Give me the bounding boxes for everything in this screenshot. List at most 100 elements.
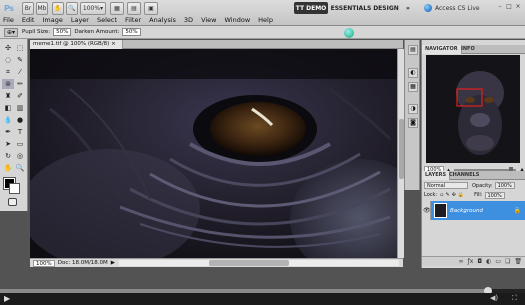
- navigator-tab-bar: NAVIGATOR INFO: [422, 45, 525, 54]
- cs-live-button[interactable]: Access CS Live: [424, 2, 494, 14]
- photoshop-logo: Ps: [4, 4, 14, 13]
- refresh-icon[interactable]: [344, 28, 354, 38]
- crop-tool-icon[interactable]: ⌗: [2, 67, 14, 77]
- horizontal-scrollbar[interactable]: [119, 260, 399, 266]
- workspace-design[interactable]: DESIGN: [372, 2, 400, 14]
- tab-info[interactable]: INFO: [458, 45, 478, 54]
- history-panel-icon[interactable]: ▤: [408, 45, 418, 55]
- link-layers-icon[interactable]: ∞: [459, 258, 464, 265]
- lock-transparent-icon[interactable]: ▫: [440, 192, 443, 198]
- panel-dock: ▤ ◐ ▦ ◑ ◙: [404, 40, 420, 190]
- navigator-thumbnail[interactable]: [426, 55, 520, 163]
- opacity-field[interactable]: 100%: [494, 182, 515, 189]
- tab-navigator[interactable]: NAVIGATOR: [422, 45, 462, 54]
- minimize-button[interactable]: –: [496, 2, 504, 11]
- opacity-label: Opacity:: [472, 182, 493, 189]
- 3d-orbit-tool-icon[interactable]: ◎: [14, 151, 26, 161]
- close-button[interactable]: ×: [514, 2, 522, 11]
- new-layer-icon[interactable]: ❏: [505, 258, 510, 265]
- maximize-button[interactable]: □: [505, 2, 513, 11]
- fullscreen-icon[interactable]: ⛶: [512, 294, 520, 304]
- vertical-scrollbar[interactable]: [397, 49, 404, 258]
- new-group-icon[interactable]: ▭: [495, 258, 501, 265]
- volume-icon[interactable]: ◀): [490, 294, 498, 304]
- lock-all-icon[interactable]: 🔒: [458, 192, 464, 198]
- quick-mask-icon[interactable]: [8, 198, 17, 206]
- tab-channels[interactable]: CHANNELS: [446, 171, 482, 180]
- pupil-size-field[interactable]: 50%: [53, 28, 72, 36]
- menu-window[interactable]: Window: [225, 16, 251, 24]
- pen-tool-icon[interactable]: ✒: [2, 127, 14, 137]
- history-brush-tool-icon[interactable]: ✐: [14, 91, 26, 101]
- menu-file[interactable]: File: [3, 16, 14, 24]
- adjustment-layer-icon[interactable]: ◐: [486, 258, 491, 265]
- clone-stamp-tool-icon[interactable]: ♜: [2, 91, 14, 101]
- darken-amount-label: Darken Amount:: [74, 29, 120, 35]
- menu-layer[interactable]: Layer: [71, 16, 89, 24]
- lock-icon: 🔒: [513, 207, 521, 214]
- add-mask-icon[interactable]: ◘: [477, 258, 482, 265]
- menu-edit[interactable]: Edit: [22, 16, 35, 24]
- workspace-tt-demo[interactable]: TT DEMO: [294, 2, 328, 14]
- brush-tool-icon[interactable]: ✏: [14, 79, 26, 89]
- lock-label: Lock:: [424, 192, 438, 198]
- lasso-tool-icon[interactable]: ◌: [2, 55, 14, 65]
- horizontal-scroll-thumb[interactable]: [209, 260, 290, 266]
- blend-mode-select[interactable]: Normal: [424, 182, 468, 189]
- move-tool-icon[interactable]: ✣: [2, 43, 14, 53]
- workspace-more-button[interactable]: »: [404, 2, 412, 14]
- status-zoom-field[interactable]: 100%: [33, 259, 55, 267]
- menu-bar: File Edit Image Layer Select Filter Anal…: [0, 14, 300, 26]
- blur-tool-icon[interactable]: 💧: [2, 115, 14, 125]
- gradient-tool-icon[interactable]: ▥: [14, 103, 26, 113]
- eyedropper-tool-icon[interactable]: ⁄: [14, 67, 26, 77]
- workspace-background: [0, 268, 525, 289]
- cs-live-icon: [424, 4, 432, 12]
- workspace-essentials[interactable]: ESSENTIALS: [331, 2, 372, 14]
- document-tab-bar: meme1.tif @ 100% (RGB/8) ×: [30, 40, 403, 49]
- shape-tool-icon[interactable]: ▭: [14, 139, 26, 149]
- marquee-tool-icon[interactable]: ⬚: [14, 43, 26, 53]
- swatches-panel-icon[interactable]: ▦: [408, 82, 418, 92]
- dodge-tool-icon[interactable]: ●: [14, 115, 26, 125]
- menu-select[interactable]: Select: [97, 16, 117, 24]
- menu-help[interactable]: Help: [258, 16, 273, 24]
- zoom-tool-icon[interactable]: 🔍: [14, 163, 26, 173]
- background-color-swatch[interactable]: [9, 183, 20, 194]
- red-eye-tool-icon[interactable]: ⊚: [2, 79, 14, 89]
- lock-position-icon[interactable]: ✣: [452, 192, 456, 198]
- status-menu-arrow-icon[interactable]: ▶: [111, 260, 115, 266]
- menu-filter[interactable]: Filter: [125, 16, 141, 24]
- adjustments-panel-icon[interactable]: ◑: [408, 104, 418, 114]
- menu-3d[interactable]: 3D: [184, 16, 193, 24]
- pupil-size-label: Pupil Size:: [22, 29, 51, 35]
- 3d-rotate-tool-icon[interactable]: ↻: [2, 151, 14, 161]
- options-bar: ⊕▾ Pupil Size: 50% Darken Amount: 50%: [0, 26, 525, 39]
- menu-analysis[interactable]: Analysis: [149, 16, 176, 24]
- menu-view[interactable]: View: [201, 16, 216, 24]
- layer-name: Background: [450, 207, 483, 214]
- hand-tool-icon[interactable]: ✋: [2, 163, 14, 173]
- lock-pixels-icon[interactable]: ✎: [445, 192, 449, 198]
- layer-style-icon[interactable]: ƒx: [468, 258, 474, 265]
- type-tool-icon[interactable]: T: [14, 127, 26, 137]
- document-close-icon[interactable]: ×: [111, 41, 116, 47]
- eye-icon[interactable]: 👁: [423, 201, 431, 220]
- document-canvas[interactable]: [30, 49, 397, 258]
- darken-amount-field[interactable]: 50%: [122, 28, 141, 36]
- delete-layer-icon[interactable]: 🗑: [514, 258, 522, 265]
- right-panels: NAVIGATOR INFO 100% ▴ ▲ LAYERS CHANNELS …: [421, 40, 525, 268]
- play-icon[interactable]: ▶: [4, 294, 12, 304]
- color-panel-icon[interactable]: ◐: [408, 68, 418, 78]
- document-tab[interactable]: meme1.tif @ 100% (RGB/8) ×: [30, 40, 123, 49]
- masks-panel-icon[interactable]: ◙: [408, 118, 418, 128]
- menu-image[interactable]: Image: [42, 16, 62, 24]
- layers-blend-row: Normal Opacity: 100%: [424, 181, 524, 190]
- layer-thumbnail: [434, 203, 447, 218]
- layer-row-background[interactable]: 👁 Background 🔒: [423, 201, 525, 220]
- tool-preset-picker[interactable]: ⊕▾: [4, 27, 18, 37]
- quick-select-tool-icon[interactable]: ✎: [14, 55, 26, 65]
- path-select-tool-icon[interactable]: ➤: [2, 139, 14, 149]
- eraser-tool-icon[interactable]: ◧: [2, 103, 14, 113]
- fill-field[interactable]: 100%: [484, 191, 505, 199]
